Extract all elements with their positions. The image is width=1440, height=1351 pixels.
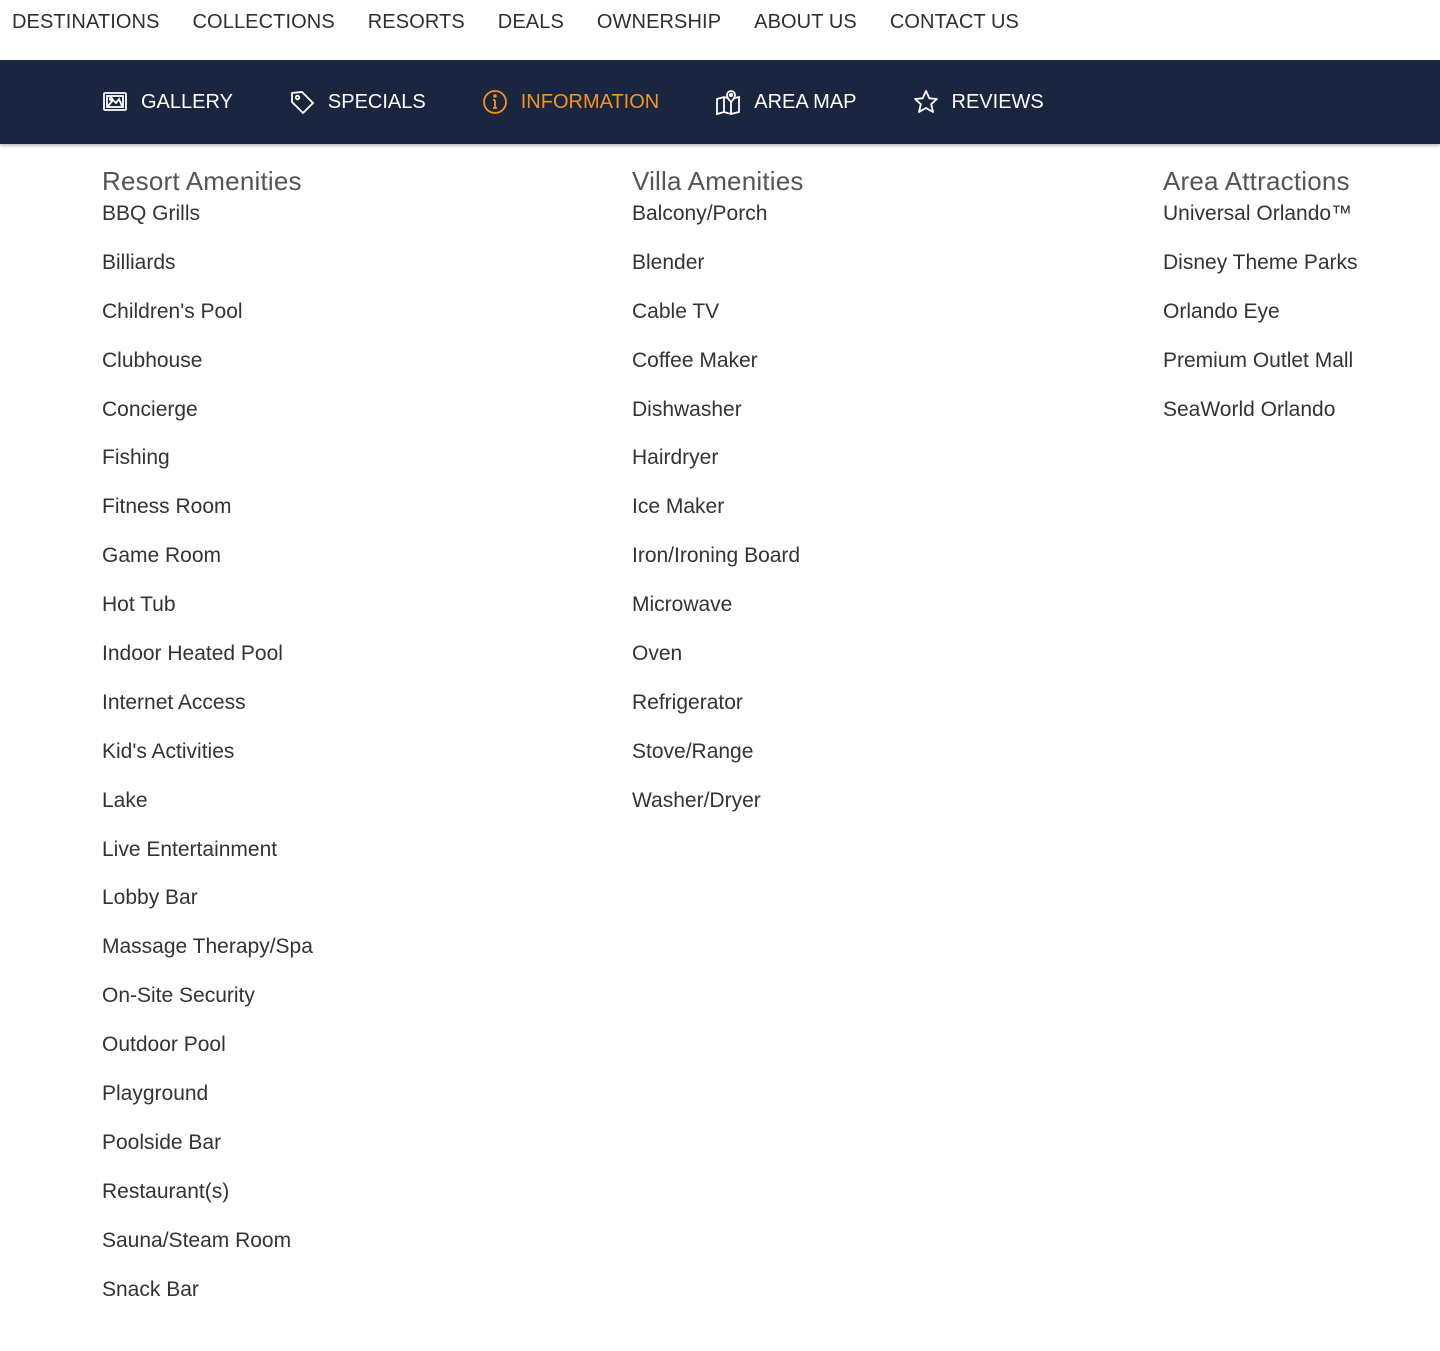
area-attractions-heading: Area Attractions xyxy=(1163,166,1350,196)
tab-information-label: INFORMATION xyxy=(520,90,660,113)
list-item: Kid's Activities xyxy=(102,739,235,763)
list-item: Live Entertainment xyxy=(102,837,278,861)
top-navigation: DESTINATIONS COLLECTIONS RESORTS DEALS O… xyxy=(0,0,1440,60)
list-item: Game Room xyxy=(102,544,222,568)
top-nav-about-us[interactable]: ABOUT US xyxy=(754,0,857,33)
resort-amenities-heading: Resort Amenities xyxy=(102,166,302,196)
top-nav-deals[interactable]: DEALS xyxy=(498,0,564,33)
resort-amenities-list: BBQ Grills Billiards Children's Pool Clu… xyxy=(102,202,313,1326)
tag-icon xyxy=(288,88,316,116)
list-item: Lake xyxy=(102,788,148,812)
tab-information[interactable]: INFORMATION xyxy=(481,88,660,116)
gallery-icon xyxy=(101,88,129,116)
villa-amenities-heading: Villa Amenities xyxy=(632,166,804,196)
resort-sub-navigation: GALLERY SPECIALS INFORMATION AREA MAP RE… xyxy=(0,60,1440,144)
list-item: Washer/Dryer xyxy=(632,788,761,812)
list-item: Microwave xyxy=(632,593,733,617)
list-item: Hot Tub xyxy=(102,593,176,617)
star-icon xyxy=(912,88,940,116)
list-item: Disney Theme Parks xyxy=(1163,250,1358,274)
list-item: Dishwasher xyxy=(632,397,742,421)
list-item: Orlando Eye xyxy=(1163,299,1280,323)
list-item: Restaurant(s) xyxy=(102,1179,230,1203)
list-item: Premium Outlet Mall xyxy=(1163,348,1354,372)
list-item: Fitness Room xyxy=(102,495,232,519)
list-item: Refrigerator xyxy=(632,690,743,714)
list-item: Billiards xyxy=(102,250,176,274)
top-nav-collections[interactable]: COLLECTIONS xyxy=(193,0,335,33)
list-item: Massage Therapy/Spa xyxy=(102,935,313,959)
tab-area-map[interactable]: AREA MAP xyxy=(714,88,857,116)
list-item: On-Site Security xyxy=(102,984,255,1008)
area-attractions-list: Universal Orlando™ Disney Theme Parks Or… xyxy=(1163,202,1358,446)
tab-gallery[interactable]: GALLERY xyxy=(101,88,233,116)
list-item: Playground xyxy=(102,1082,209,1106)
list-item: Blender xyxy=(632,250,705,274)
top-nav-contact-us[interactable]: CONTACT US xyxy=(890,0,1019,33)
map-icon xyxy=(714,88,742,116)
list-item: Cable TV xyxy=(632,299,720,323)
list-item: Concierge xyxy=(102,397,198,421)
list-item: Stove/Range xyxy=(632,739,754,763)
list-item: Lobby Bar xyxy=(102,886,198,910)
list-item: SeaWorld Orlando xyxy=(1163,397,1336,421)
list-item: Indoor Heated Pool xyxy=(102,642,283,666)
list-item: Fishing xyxy=(102,446,170,470)
info-icon xyxy=(481,88,509,116)
tab-reviews[interactable]: REVIEWS xyxy=(912,88,1044,116)
top-nav-resorts[interactable]: RESORTS xyxy=(368,0,465,33)
tab-reviews-label: REVIEWS xyxy=(951,90,1044,113)
list-item: Children's Pool xyxy=(102,299,243,323)
tab-specials[interactable]: SPECIALS xyxy=(288,88,426,116)
villa-amenities-section: Villa Amenities Balcony/Porch Blender Ca… xyxy=(632,166,804,838)
list-item: Hairdryer xyxy=(632,446,719,470)
villa-amenities-list: Balcony/Porch Blender Cable TV Coffee Ma… xyxy=(632,202,804,838)
list-item: Iron/Ironing Board xyxy=(632,544,801,568)
list-item: Poolside Bar xyxy=(102,1130,222,1154)
list-item: Internet Access xyxy=(102,690,246,714)
list-item: Coffee Maker xyxy=(632,348,758,372)
area-attractions-section: Area Attractions Universal Orlando™ Disn… xyxy=(1163,166,1358,446)
resort-amenities-section: Resort Amenities BBQ Grills Billiards Ch… xyxy=(102,166,313,1326)
list-item: Clubhouse xyxy=(102,348,203,372)
list-item: Universal Orlando™ xyxy=(1163,202,1353,225)
list-item: Outdoor Pool xyxy=(102,1033,226,1057)
list-item: Sauna/Steam Room xyxy=(102,1228,292,1252)
list-item: Snack Bar xyxy=(102,1277,199,1301)
list-item: Oven xyxy=(632,642,683,666)
tab-gallery-label: GALLERY xyxy=(141,90,233,113)
top-nav-destinations[interactable]: DESTINATIONS xyxy=(12,0,160,33)
list-item: BBQ Grills xyxy=(102,202,201,225)
tab-area-map-label: AREA MAP xyxy=(754,90,857,113)
list-item: Balcony/Porch xyxy=(632,202,768,225)
top-nav-ownership[interactable]: OWNERSHIP xyxy=(597,0,721,33)
tab-specials-label: SPECIALS xyxy=(327,90,426,113)
list-item: Ice Maker xyxy=(632,495,725,519)
